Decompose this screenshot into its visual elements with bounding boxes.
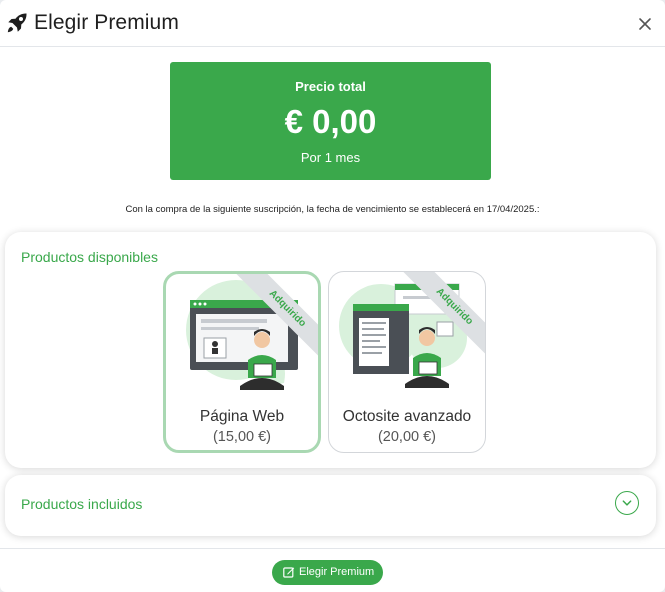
included-products-card[interactable]: Productos incluidos: [5, 475, 656, 536]
product-name: Octosite avanzado: [342, 408, 472, 425]
edit-icon: [283, 567, 295, 578]
modal-header: Elegir Premium: [0, 0, 665, 47]
close-icon[interactable]: [634, 13, 656, 35]
available-products-title: Productos disponibles: [21, 249, 158, 265]
available-products-card: Productos disponibles Adquirido Página W…: [5, 232, 656, 468]
product-card-pagina-web[interactable]: Adquirido Página Web (15,00 €): [163, 271, 321, 453]
product-name: Página Web: [199, 408, 285, 425]
price-value: € 0,00: [284, 103, 377, 140]
modal-title: Elegir Premium: [34, 11, 179, 34]
modal-footer: Elegir Premium: [0, 548, 665, 592]
price-period: Por 1 mes: [300, 150, 361, 165]
included-products-title: Productos incluidos: [21, 496, 143, 512]
expiry-notice: Con la compra de la siguiente suscripció…: [125, 204, 540, 215]
premium-modal: Elegir Premium Precio total € 0,00 Por 1…: [0, 0, 665, 592]
total-price-box: Precio total € 0,00 Por 1 mes: [170, 62, 491, 180]
product-card-octosite-avanzado[interactable]: Adquirido Octosite avanzado (20,00 €): [328, 271, 486, 453]
product-price: (15,00 €): [212, 429, 272, 445]
choose-premium-button[interactable]: Elegir Premium: [272, 560, 383, 585]
rocket-icon: [7, 13, 27, 33]
chevron-down-icon[interactable]: [615, 491, 639, 515]
product-price: (20,00 €): [377, 429, 437, 445]
website-illustration: [186, 280, 298, 390]
price-label: Precio total: [295, 79, 366, 94]
choose-premium-label: Elegir Premium: [299, 566, 375, 578]
